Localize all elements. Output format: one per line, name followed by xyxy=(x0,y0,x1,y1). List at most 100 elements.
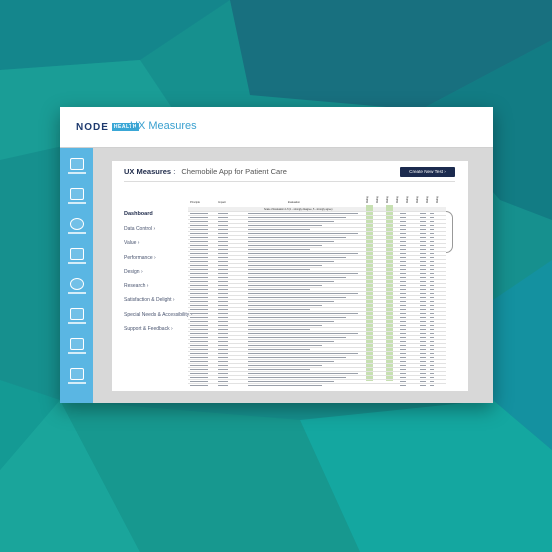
cell-placeholder xyxy=(400,284,406,286)
cell-placeholder xyxy=(248,240,334,242)
cell-placeholder xyxy=(430,348,434,350)
list-icon[interactable] xyxy=(62,188,91,210)
cell-placeholder xyxy=(400,228,406,230)
cell-placeholder xyxy=(420,260,426,262)
cell-placeholder xyxy=(420,344,426,346)
cell-placeholder xyxy=(218,320,228,322)
cell-placeholder xyxy=(190,316,208,318)
nav-value[interactable]: Value › xyxy=(124,240,196,254)
cell-placeholder xyxy=(400,356,406,358)
cell-placeholder xyxy=(430,280,434,282)
cell-placeholder xyxy=(248,356,346,358)
cell-placeholder xyxy=(218,264,228,266)
gear-icon[interactable] xyxy=(62,218,91,240)
nav-research[interactable]: Research › xyxy=(124,283,196,297)
cell-placeholder xyxy=(420,320,426,322)
cell-placeholder xyxy=(218,220,228,222)
cell-placeholder xyxy=(248,260,334,262)
cell-placeholder xyxy=(218,332,228,334)
cell-placeholder xyxy=(420,276,426,278)
cell-placeholder xyxy=(190,372,208,374)
cell-placeholder xyxy=(420,340,426,342)
cell-placeholder xyxy=(430,272,434,274)
sidebar xyxy=(60,148,93,403)
rating-header: Rating xyxy=(407,196,409,203)
title-subtitle: Chemobile App for Patient Care xyxy=(181,167,287,176)
cell-placeholder xyxy=(218,364,228,366)
nav-design[interactable]: Design › xyxy=(124,269,196,283)
cell-placeholder xyxy=(190,292,208,294)
cell-placeholder xyxy=(218,216,228,218)
cell-placeholder xyxy=(190,356,208,358)
cell-placeholder xyxy=(430,356,434,358)
cell-placeholder xyxy=(400,336,406,338)
cell-placeholder xyxy=(430,296,434,298)
cell-placeholder xyxy=(248,372,358,374)
nav-special-needs[interactable]: Special Needs & Accessibility › xyxy=(124,312,196,326)
people-icon[interactable] xyxy=(62,278,91,300)
cell-placeholder xyxy=(420,236,426,238)
cell-placeholder xyxy=(248,264,322,266)
cell-placeholder xyxy=(400,360,406,362)
cell-placeholder xyxy=(190,272,208,274)
cell-placeholder xyxy=(400,280,406,282)
cell-placeholder xyxy=(430,228,434,230)
cell-placeholder xyxy=(400,260,406,262)
cell-placeholder xyxy=(248,324,322,326)
cell-placeholder xyxy=(190,252,208,254)
cell-placeholder xyxy=(420,272,426,274)
dashboard-heading[interactable]: Dashboard xyxy=(124,211,153,217)
cell-placeholder xyxy=(400,248,406,250)
cell-placeholder xyxy=(248,312,358,314)
cell-placeholder xyxy=(420,264,426,266)
col-impact: Impact xyxy=(218,201,226,204)
nav-support-feedback[interactable]: Support & Feedback › xyxy=(124,326,196,340)
briefcase-icon[interactable] xyxy=(62,338,91,360)
cell-placeholder xyxy=(430,244,434,246)
cell-placeholder xyxy=(218,212,228,214)
cell-placeholder xyxy=(430,220,434,222)
cell-placeholder xyxy=(218,236,228,238)
cell-placeholder xyxy=(218,300,228,302)
cell-placeholder xyxy=(218,328,228,330)
cell-placeholder xyxy=(430,312,434,314)
cell-placeholder xyxy=(420,300,426,302)
cell-placeholder xyxy=(248,224,322,226)
cell-placeholder xyxy=(218,384,228,386)
cell-placeholder xyxy=(420,336,426,338)
cell-placeholder xyxy=(190,360,208,362)
cell-placeholder xyxy=(430,240,434,242)
cell-placeholder xyxy=(190,260,208,262)
cell-placeholder xyxy=(218,256,228,258)
nav-performance[interactable]: Performance › xyxy=(124,255,196,269)
chart-icon[interactable] xyxy=(62,158,91,180)
cell-placeholder xyxy=(400,240,406,242)
nav-satisfaction-delight[interactable]: Satisfaction & Delight › xyxy=(124,297,196,311)
rating-header: Rating xyxy=(377,196,379,203)
cell-placeholder xyxy=(430,360,434,362)
cell-placeholder xyxy=(420,212,426,214)
cell-placeholder xyxy=(190,300,208,302)
building-icon[interactable] xyxy=(62,308,91,330)
cell-placeholder xyxy=(190,328,208,330)
cell-placeholder xyxy=(420,316,426,318)
cell-placeholder xyxy=(420,376,426,378)
monitor-icon[interactable] xyxy=(62,368,91,390)
cell-placeholder xyxy=(400,224,406,226)
users-icon[interactable] xyxy=(62,248,91,270)
cell-placeholder xyxy=(430,264,434,266)
rating-header: Rating xyxy=(437,196,439,203)
rating-header: Rating xyxy=(427,196,429,203)
cell-placeholder xyxy=(248,360,334,362)
create-new-test-button[interactable]: Create New Test › xyxy=(400,167,455,177)
cell-placeholder xyxy=(400,236,406,238)
cell-placeholder xyxy=(400,216,406,218)
cell-placeholder xyxy=(248,284,322,286)
cell-placeholder xyxy=(218,228,228,230)
nav-data-control[interactable]: Data Control › xyxy=(124,226,196,240)
cell-placeholder xyxy=(420,296,426,298)
cell-placeholder xyxy=(248,236,346,238)
cell-placeholder xyxy=(190,244,208,246)
cell-placeholder xyxy=(420,288,426,290)
cell-placeholder xyxy=(430,340,434,342)
